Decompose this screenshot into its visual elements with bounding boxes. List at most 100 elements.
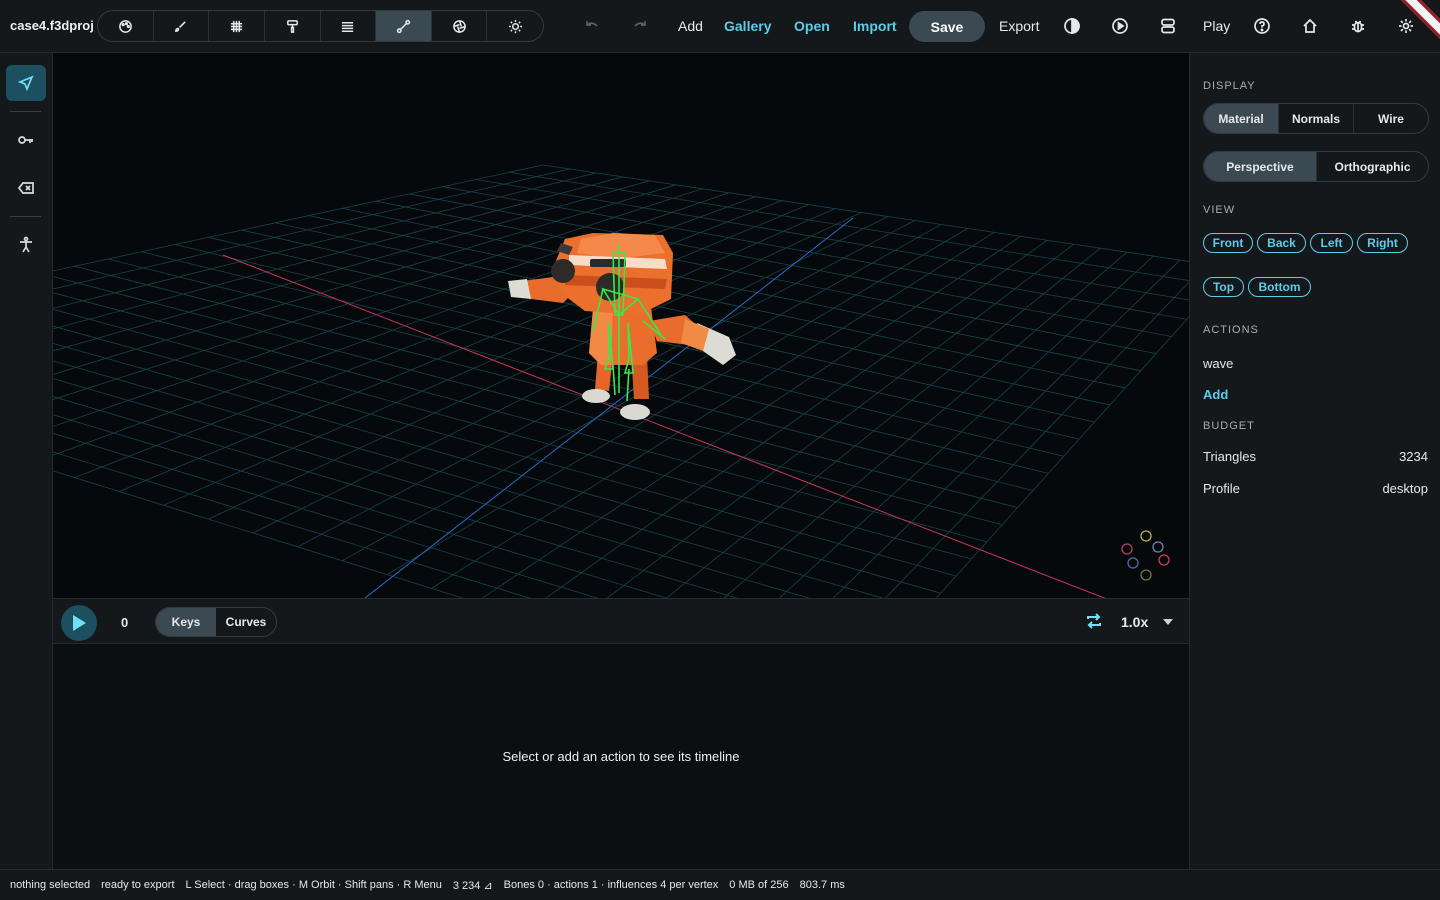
lighting-mode-button[interactable] [487,11,543,41]
profile-label: Profile [1203,481,1240,496]
grid-line [723,251,1128,598]
loop-button[interactable] [1083,610,1105,632]
projection-orthographic-button[interactable]: Orthographic [1317,152,1428,181]
budget-section-title: BUDGET [1203,420,1255,432]
chevron-down-icon[interactable] [1163,619,1173,625]
mode-switcher [97,10,544,42]
grid-line [53,451,531,598]
keyframe-tool-button[interactable] [6,122,46,158]
select-tool-button[interactable] [6,65,46,101]
bone-icon [396,19,411,33]
gallery-button[interactable]: Gallery [724,18,771,34]
database-icon [1161,18,1175,34]
preview-play-button[interactable] [1108,14,1132,38]
orientation-gizmo[interactable] [1121,530,1170,581]
view-back-button[interactable]: Back [1257,233,1306,253]
view-section-title: VIEW [1203,204,1236,216]
current-frame: 0 [121,615,129,630]
contrast-button[interactable] [1060,14,1084,38]
debug-button[interactable] [1346,14,1370,38]
play-icon [73,615,86,631]
aperture-icon [452,19,466,33]
grid-icon [230,20,243,32]
timeline-area[interactable]: Select or add an action to see its timel… [53,644,1189,869]
view-bottom-button[interactable]: Bottom [1248,277,1311,297]
layers-mode-button[interactable] [321,11,377,41]
sun-icon [508,19,522,33]
redo-icon [634,21,646,27]
brush-icon [175,20,187,32]
shading-wire-button[interactable]: Wire [1354,104,1428,133]
undo-icon [586,21,598,27]
add-button[interactable]: Add [678,18,703,34]
status-hints: L Select · drag boxes · M Orbit · Shift … [185,879,442,891]
keys-curves-toggle: Keys Curves [155,607,277,637]
tab-curves[interactable]: Curves [216,608,276,636]
top-toolbar: case4.f3dproj Add Gallery Open Import Sa… [0,0,1440,53]
undo-button[interactable] [580,14,604,38]
grid-mode-button[interactable] [209,11,265,41]
palette-mode-button[interactable] [98,11,154,41]
play-circle-icon [1112,18,1128,34]
paint-mode-button[interactable] [265,11,321,41]
contrast-icon [1064,18,1080,34]
view-top-button[interactable]: Top [1203,277,1244,297]
status-rig: Bones 0 · actions 1 · influences 4 per v… [503,879,719,891]
key-icon [18,136,33,144]
actions-section-title: ACTIONS [1203,324,1259,336]
rig-tool-button[interactable] [6,227,46,263]
save-button[interactable]: Save [909,11,985,42]
playback-speed[interactable]: 1.0x [1121,614,1148,630]
rig-mode-button[interactable] [376,11,432,41]
export-button[interactable]: Export [999,18,1039,34]
brush-mode-button[interactable] [154,11,210,41]
shading-material-button[interactable]: Material [1204,104,1279,133]
select-tool-icon [17,75,34,92]
view-right-button[interactable]: Right [1357,233,1408,253]
status-export-state: ready to export [101,879,175,891]
render-mode-button[interactable] [432,11,488,41]
3d-viewport[interactable] [53,53,1189,598]
grid-line [53,396,738,598]
redo-button[interactable] [628,14,652,38]
add-action-button[interactable]: Add [1203,387,1228,402]
action-item-wave[interactable]: wave [1203,356,1233,371]
view-left-button[interactable]: Left [1310,233,1353,253]
layers-icon [342,21,354,32]
import-button[interactable]: Import [853,18,897,34]
open-button[interactable]: Open [794,18,830,34]
tab-keys[interactable]: Keys [156,608,216,636]
grid-line [53,378,811,598]
view-front-button[interactable]: Front [1203,233,1253,253]
help-button[interactable] [1250,14,1274,38]
project-name: case4.f3dproj [10,18,94,33]
projection-perspective-button[interactable]: Perspective [1204,152,1317,181]
bug-icon [1352,20,1364,33]
timeline-play-button[interactable] [61,605,97,641]
left-toolbar-divider [10,111,41,112]
character-model[interactable] [508,233,736,420]
loop-icon [1087,613,1101,629]
play-button[interactable]: Play [1203,18,1230,34]
storage-button[interactable] [1156,14,1180,38]
grid-line [53,308,972,560]
home-button[interactable] [1298,14,1322,38]
status-triangles: 3 234 ⊿ [452,879,493,892]
triangles-label: Triangles [1203,449,1256,464]
status-bar: nothing selected ready to export L Selec… [0,869,1440,900]
grid-line [666,247,1101,598]
delete-tool-button[interactable] [6,170,46,206]
profile-value[interactable]: desktop [1382,481,1428,496]
timeline-empty-message: Select or add an action to see its timel… [502,749,740,764]
triangles-value: 3234 [1399,449,1428,464]
left-toolbar [0,53,53,869]
shading-normals-button[interactable]: Normals [1279,104,1354,133]
help-icon [1254,18,1270,34]
delete-icon [17,182,34,194]
shading-switcher: Material Normals Wire [1203,103,1429,134]
properties-panel: DISPLAY Material Normals Wire Perspectiv… [1189,53,1440,869]
left-toolbar-divider [10,216,41,217]
status-selection: nothing selected [10,879,91,891]
projection-switcher: Perspective Orthographic [1203,151,1429,182]
grid-line [53,164,544,272]
